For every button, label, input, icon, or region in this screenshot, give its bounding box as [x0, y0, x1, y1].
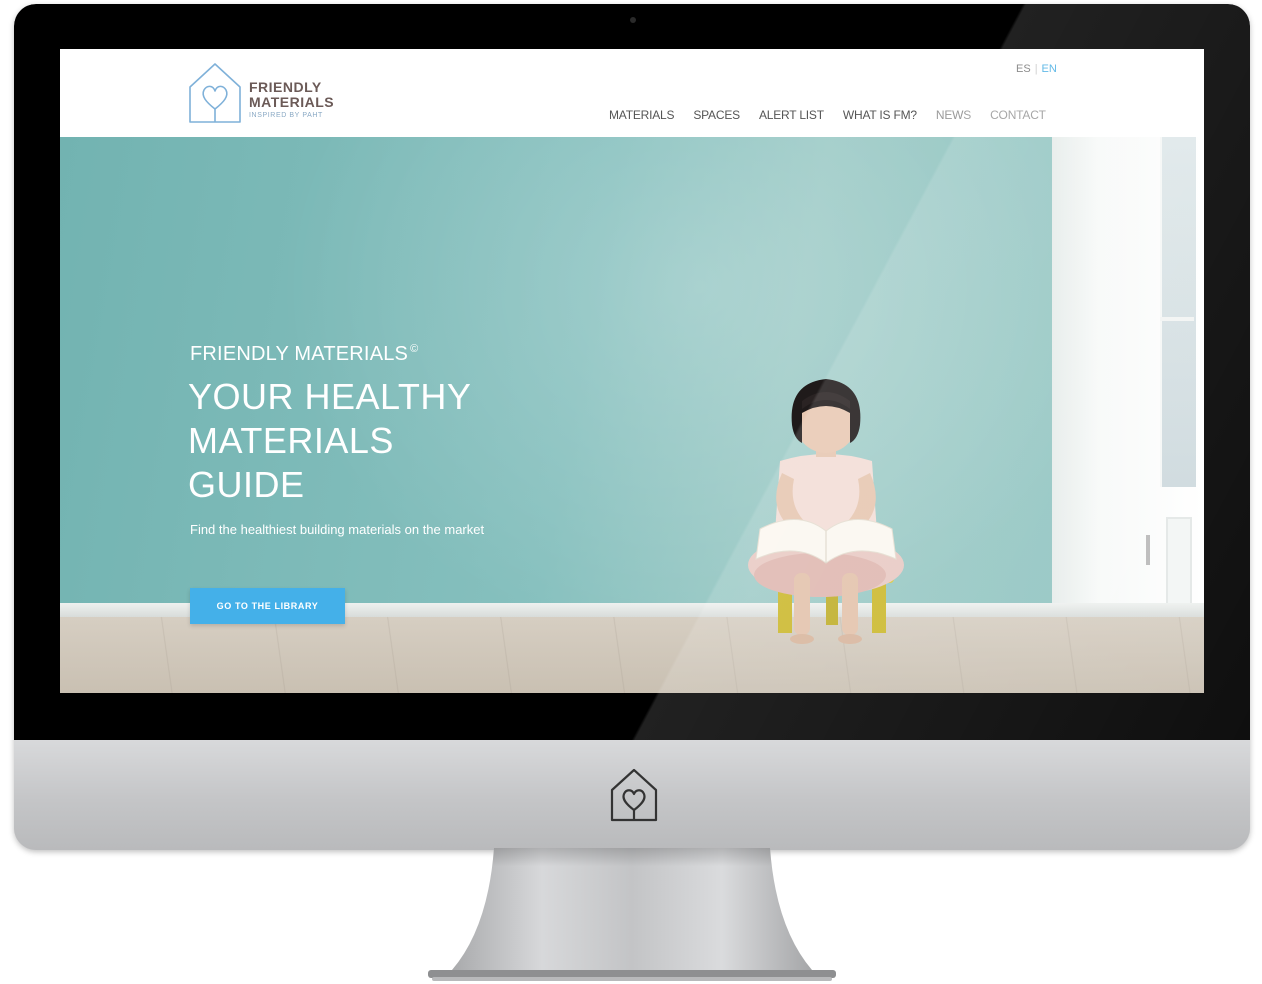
website-screen: FRIENDLY MATERIALS INSPIRED BY PAHT ES | E…: [60, 49, 1204, 693]
hero-banner: FRIENDLY MATERIALS © YOUR HEALTHY MATERIA…: [60, 137, 1204, 693]
monitor-chin: [14, 740, 1250, 850]
nav-alert-list[interactable]: ALERT LIST: [759, 108, 824, 122]
child-reading-illustration: [748, 379, 904, 644]
house-heart-icon: [189, 63, 241, 123]
language-switcher: ES | EN: [1016, 63, 1057, 75]
nav-contact[interactable]: CONTACT: [990, 108, 1046, 122]
lang-separator: |: [1034, 63, 1038, 75]
house-heart-icon: [610, 768, 658, 822]
hero-subtitle: Find the healthiest building materials o…: [190, 522, 485, 537]
nav-spaces[interactable]: SPACES: [693, 108, 740, 122]
nav-what-is-fm[interactable]: WHAT IS FM?: [843, 108, 917, 122]
site-header: FRIENDLY MATERIALS INSPIRED BY PAHT ES | E…: [60, 49, 1204, 137]
window-glass: [1160, 137, 1196, 487]
hero-kicker-text: FRIENDLY MATERIALS: [190, 343, 409, 365]
imac-stand: [428, 848, 836, 981]
door-hinge: [1146, 535, 1150, 565]
logo-tagline: INSPIRED BY PAHT: [249, 112, 323, 119]
main-nav: MATERIALS SPACES ALERT LIST WHAT IS FM? …: [609, 108, 1046, 122]
floor-planks: [60, 617, 1204, 693]
copyright-mark: ©: [410, 343, 419, 356]
window-mullion: [1160, 317, 1194, 321]
camera-dot: [630, 17, 636, 23]
hero-kicker: FRIENDLY MATERIALS ©: [190, 343, 418, 366]
logo-text-line1: FRIENDLY: [249, 79, 322, 95]
site-logo[interactable]: FRIENDLY MATERIALS INSPIRED BY PAHT: [187, 61, 367, 127]
logo-text-line2: MATERIALS: [249, 94, 335, 110]
go-to-library-button[interactable]: GO TO THE LIBRARY: [190, 588, 345, 624]
lang-es-link[interactable]: ES: [1016, 63, 1031, 75]
lang-en-link[interactable]: EN: [1042, 63, 1057, 75]
hero-title: YOUR HEALTHY MATERIALS GUIDE: [188, 376, 471, 505]
nav-materials[interactable]: MATERIALS: [609, 108, 675, 122]
nav-news[interactable]: NEWS: [936, 108, 971, 122]
